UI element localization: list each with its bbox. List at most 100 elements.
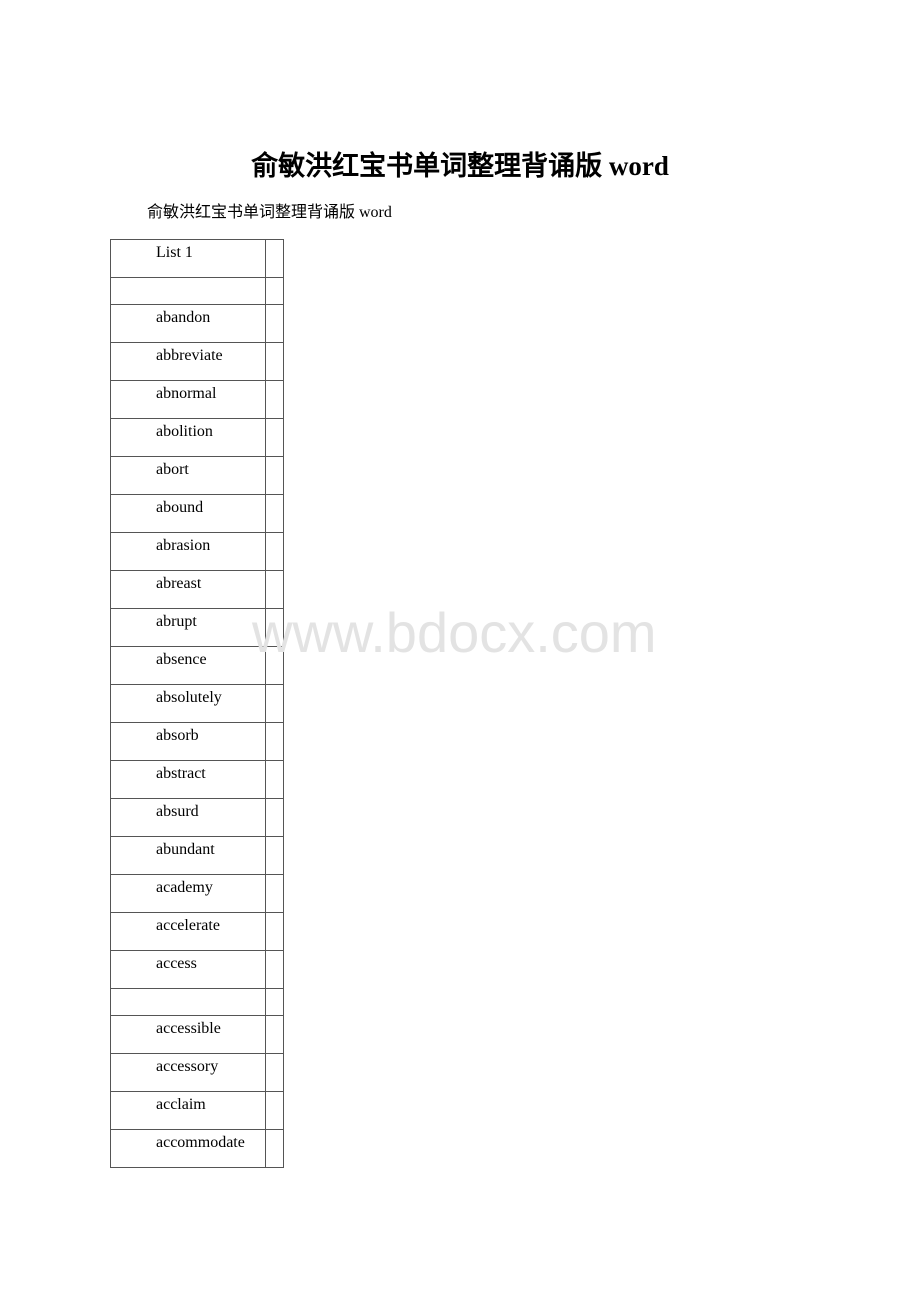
blank-cell xyxy=(265,570,284,609)
blank-cell xyxy=(265,912,284,951)
table-row: accessible xyxy=(110,1015,284,1054)
blank-cell xyxy=(265,684,284,723)
word-cell: accelerate xyxy=(110,912,266,951)
table-header-row: List 1 xyxy=(110,239,284,278)
word-cell: abnormal xyxy=(110,380,266,419)
table-row: accessory xyxy=(110,1053,284,1092)
table-row: accelerate xyxy=(110,912,284,951)
word-text: accessory xyxy=(156,1058,219,1075)
blank-cell xyxy=(265,798,284,837)
blank-cell xyxy=(265,342,284,381)
table-row xyxy=(110,277,284,305)
word-text: accommodate xyxy=(156,1134,245,1151)
table-row: acclaim xyxy=(110,1091,284,1130)
list-label: List 1 xyxy=(156,244,193,261)
word-cell: access xyxy=(110,950,266,989)
word-text: abreast xyxy=(156,575,202,592)
word-cell: academy xyxy=(110,874,266,913)
table-row: abstract xyxy=(110,760,284,799)
word-text: absolutely xyxy=(156,689,222,706)
table-row: abandon xyxy=(110,304,284,343)
word-cell: absolutely xyxy=(110,684,266,723)
word-text: abort xyxy=(156,461,189,478)
blank-cell xyxy=(265,836,284,875)
table-row: abreast xyxy=(110,570,284,609)
word-text: absurd xyxy=(156,803,199,820)
blank-cell xyxy=(265,874,284,913)
vocabulary-table: List 1 abandon abbreviate abnormal abolition… xyxy=(110,239,284,1168)
blank-cell xyxy=(265,608,284,647)
word-cell: List 1 xyxy=(110,239,266,278)
blank-cell xyxy=(265,988,284,1016)
blank-cell xyxy=(265,277,284,305)
watermark: www.bdocx.com xyxy=(252,601,657,664)
word-text: absorb xyxy=(156,727,199,744)
blank-cell xyxy=(265,722,284,761)
word-text: absence xyxy=(156,651,207,668)
word-text: acclaim xyxy=(156,1096,206,1113)
blank-cell xyxy=(265,494,284,533)
blank-cell xyxy=(265,418,284,457)
table-row: abrasion xyxy=(110,532,284,571)
table-row: absence xyxy=(110,646,284,685)
word-text xyxy=(156,278,265,280)
word-cell: abort xyxy=(110,456,266,495)
word-text: abandon xyxy=(156,309,211,326)
word-text: academy xyxy=(156,879,213,896)
word-text: access xyxy=(156,955,197,972)
document-title: 俞敏洪红宝书单词整理背诵版 word xyxy=(251,151,669,181)
blank-cell xyxy=(265,760,284,799)
word-cell: abbreviate xyxy=(110,342,266,381)
word-cell: abound xyxy=(110,494,266,533)
word-text: accessible xyxy=(156,1020,221,1037)
blank-cell xyxy=(265,1053,284,1092)
blank-cell xyxy=(265,380,284,419)
blank-cell xyxy=(265,456,284,495)
blank-cell xyxy=(265,1091,284,1130)
blank-cell xyxy=(265,950,284,989)
table-row: absurd xyxy=(110,798,284,837)
word-text: accelerate xyxy=(156,917,220,934)
word-text: abstract xyxy=(156,765,206,782)
table-row: abrupt xyxy=(110,608,284,647)
word-cell: absence xyxy=(110,646,266,685)
word-text: abound xyxy=(156,499,204,516)
word-text: abbreviate xyxy=(156,347,223,364)
word-cell: abandon xyxy=(110,304,266,343)
table-row: abound xyxy=(110,494,284,533)
word-cell: accessory xyxy=(110,1053,266,1092)
blank-cell xyxy=(265,239,284,278)
word-cell: abstract xyxy=(110,760,266,799)
word-cell: absurd xyxy=(110,798,266,837)
table-row: academy xyxy=(110,874,284,913)
table-row: abundant xyxy=(110,836,284,875)
word-cell xyxy=(110,988,266,1016)
word-text: abnormal xyxy=(156,385,217,402)
word-text: abolition xyxy=(156,423,213,440)
word-cell: acclaim xyxy=(110,1091,266,1130)
word-cell: abreast xyxy=(110,570,266,609)
table-row: abort xyxy=(110,456,284,495)
table-row: absolutely xyxy=(110,684,284,723)
word-text: abundant xyxy=(156,841,215,858)
blank-cell xyxy=(265,646,284,685)
word-cell: abolition xyxy=(110,418,266,457)
word-cell: accommodate xyxy=(110,1129,266,1168)
table-row: access xyxy=(110,950,284,989)
table-row xyxy=(110,988,284,1016)
word-cell: accessible xyxy=(110,1015,266,1054)
table-row: absorb xyxy=(110,722,284,761)
blank-cell xyxy=(265,304,284,343)
word-text: abrasion xyxy=(156,537,211,554)
table-row: abnormal xyxy=(110,380,284,419)
blank-cell xyxy=(265,1015,284,1054)
word-cell: absorb xyxy=(110,722,266,761)
word-cell: abrupt xyxy=(110,608,266,647)
word-text xyxy=(156,989,265,991)
table-row: abbreviate xyxy=(110,342,284,381)
word-cell: abrasion xyxy=(110,532,266,571)
table-row: accommodate xyxy=(110,1129,284,1168)
word-text: abrupt xyxy=(156,613,197,630)
document-subtitle: 俞敏洪红宝书单词整理背诵版 word xyxy=(147,204,392,221)
blank-cell xyxy=(265,1129,284,1168)
